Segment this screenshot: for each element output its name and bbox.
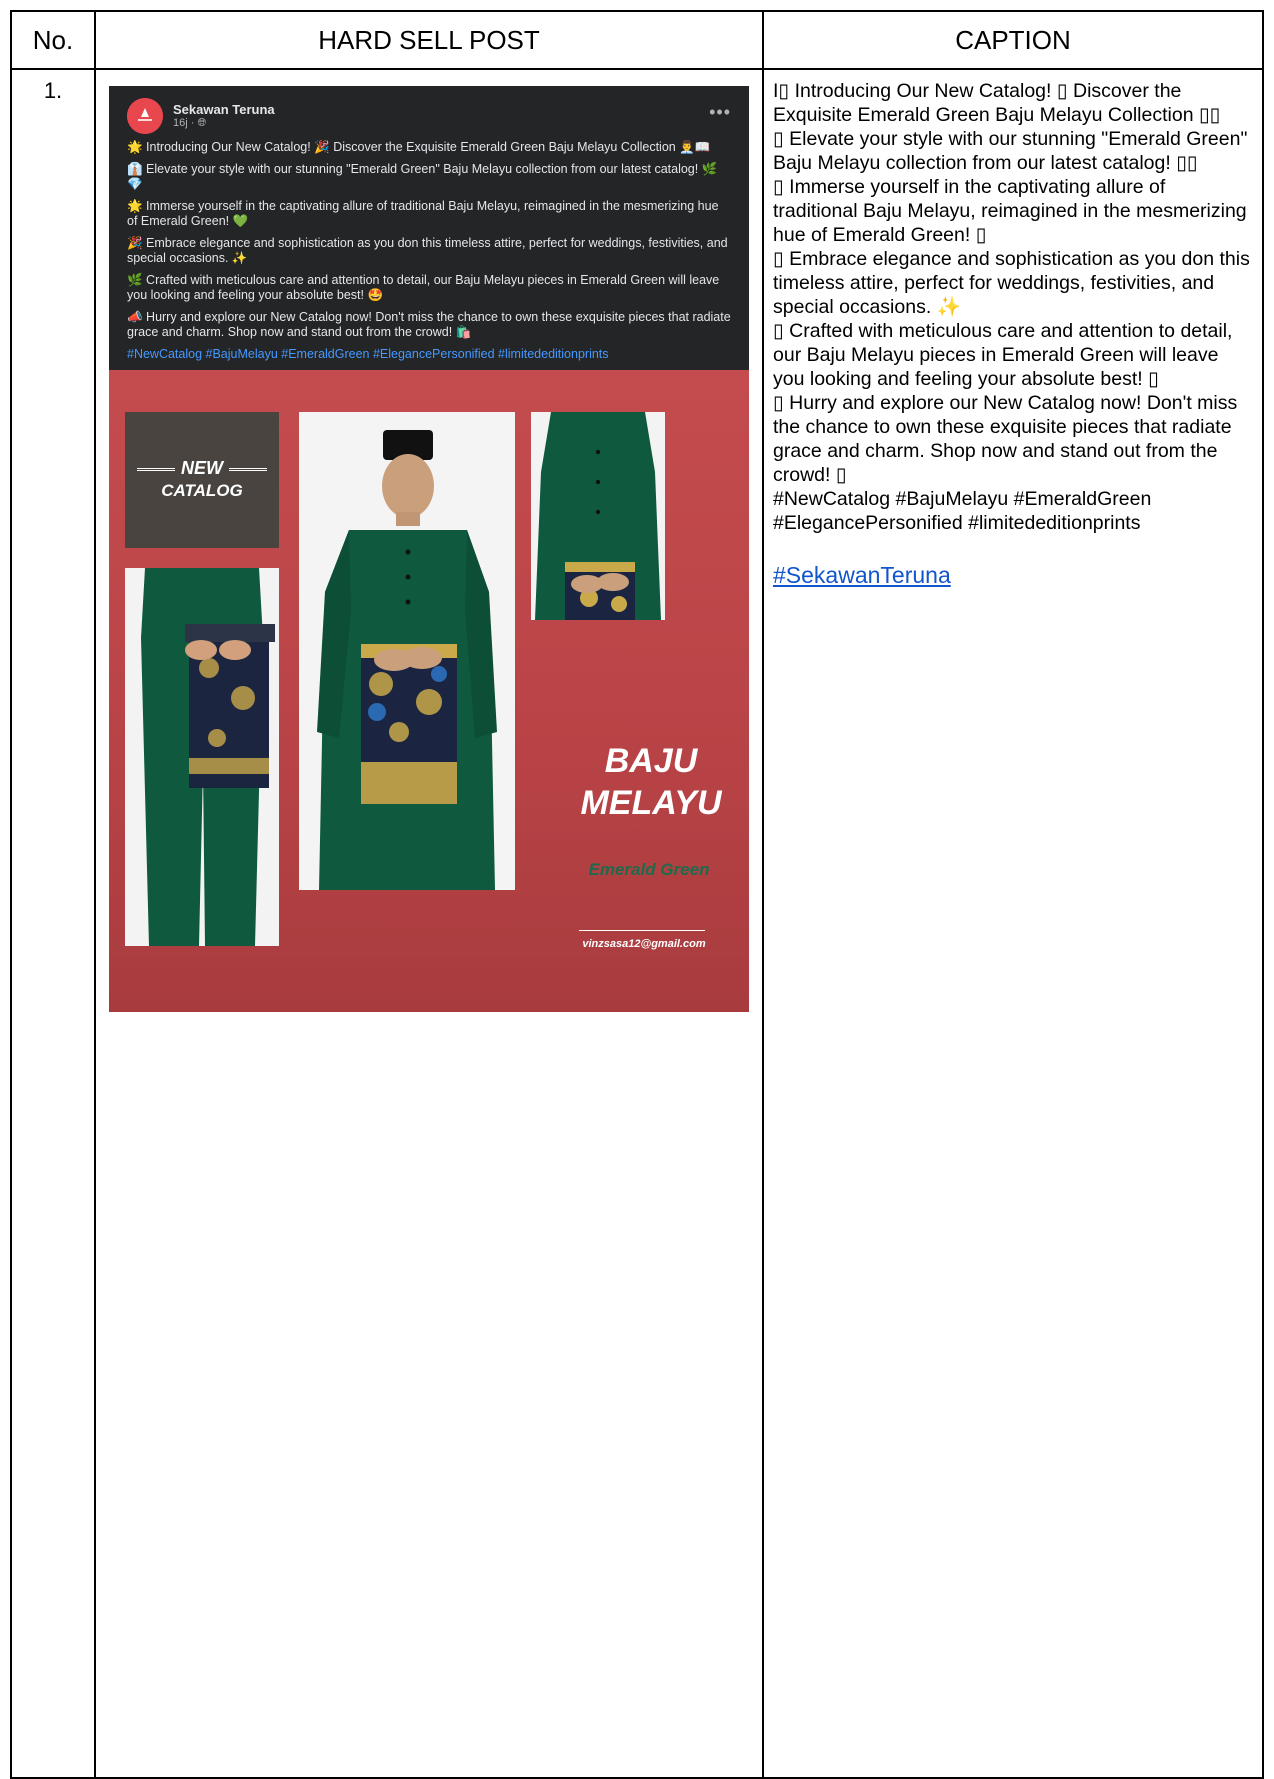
post-paragraph: 🌿 Crafted with meticulous care and atten… bbox=[127, 273, 720, 302]
more-options-icon[interactable]: ••• bbox=[709, 102, 731, 123]
new-label: NEW bbox=[125, 458, 279, 479]
model-photo-right bbox=[531, 412, 665, 620]
post-cell: Sekawan Teruna 16j · 🌐︎ ••• 🌟 Introducin… bbox=[94, 68, 764, 1779]
new-catalog-badge: NEW CATALOG bbox=[125, 412, 279, 548]
photo-right bbox=[531, 412, 665, 620]
logo-icon bbox=[127, 98, 163, 134]
post-hashtags[interactable]: #NewCatalog #BajuMelayu #EmeraldGreen #E… bbox=[127, 347, 731, 362]
caption-line: #NewCatalog #BajuMelayu #EmeraldGreen #E… bbox=[773, 487, 1152, 534]
catalog-label: CATALOG bbox=[161, 481, 243, 500]
sekawan-teruna-hashtag-link[interactable]: #SekawanTeruna bbox=[773, 561, 951, 589]
poster-subline: Emerald Green bbox=[588, 860, 710, 879]
table-row: 1. Sekawan Teruna 16j · 🌐︎ ••• 🌟 Introdu… bbox=[10, 68, 1264, 1779]
header-hard-sell-post: HARD SELL POST bbox=[94, 10, 764, 70]
caption-line: ▯ Embrace elegance and sophistication as… bbox=[773, 247, 1250, 318]
post-paragraph: 👔 Elevate your style with our stunning "… bbox=[127, 162, 718, 191]
photo-left bbox=[125, 568, 279, 946]
caption-line: ▯ Elevate your style with our stunning "… bbox=[773, 127, 1248, 174]
row-number: 1. bbox=[10, 68, 96, 1779]
page-name[interactable]: Sekawan Teruna bbox=[173, 102, 275, 117]
post-paragraph: 🎉 Embrace elegance and sophistication as… bbox=[127, 236, 728, 265]
caption-line: ▯ Crafted with meticulous care and atten… bbox=[773, 319, 1233, 390]
poster-email: vinzsasa12@gmail.com bbox=[582, 938, 706, 950]
caption-line: ▯ Hurry and explore our New Catalog now!… bbox=[773, 391, 1238, 486]
document-page: No. HARD SELL POST CAPTION 1. Sekawan Te… bbox=[0, 0, 1274, 1779]
facebook-post-screenshot: Sekawan Teruna 16j · 🌐︎ ••• 🌟 Introducin… bbox=[109, 86, 749, 1012]
catalog-poster-image: NEW CATALOG BAJU MELAYU Emerald Green vi… bbox=[109, 370, 749, 1012]
post-paragraph: 🌟 Immerse yourself in the captivating al… bbox=[127, 199, 719, 228]
post-text: 🌟 Introducing Our New Catalog! 🎉 Discove… bbox=[109, 138, 749, 370]
caption-cell: I▯ Introducing Our New Catalog! ▯ Discov… bbox=[762, 68, 1264, 1779]
model-photo-centre bbox=[299, 412, 515, 890]
post-paragraph: 📣 Hurry and explore our New Catalog now!… bbox=[127, 310, 731, 339]
avatar bbox=[127, 98, 163, 134]
poster-headline: BAJU MELAYU bbox=[571, 740, 731, 824]
caption-line: I▯ Introducing Our New Catalog! ▯ Discov… bbox=[773, 80, 1221, 126]
post-time: 16j · 🌐︎ bbox=[173, 117, 207, 129]
headline-line-1: BAJU bbox=[604, 742, 698, 780]
caption-line: ▯ Immerse yourself in the captivating al… bbox=[773, 175, 1247, 246]
header-no: No. bbox=[10, 10, 96, 70]
post-paragraph: 🌟 Introducing Our New Catalog! 🎉 Discove… bbox=[127, 140, 711, 154]
globe-icon: 🌐︎ bbox=[197, 117, 207, 129]
headline-line-2: MELAYU bbox=[580, 784, 722, 822]
post-table: No. HARD SELL POST CAPTION 1. Sekawan Te… bbox=[10, 10, 1264, 1779]
model-photo-left bbox=[125, 568, 279, 946]
header-caption: CAPTION bbox=[762, 10, 1264, 70]
divider bbox=[579, 930, 705, 931]
post-header: Sekawan Teruna 16j · 🌐︎ ••• bbox=[109, 86, 749, 138]
photo-centre bbox=[299, 412, 515, 890]
header-row: No. HARD SELL POST CAPTION bbox=[10, 10, 1264, 70]
